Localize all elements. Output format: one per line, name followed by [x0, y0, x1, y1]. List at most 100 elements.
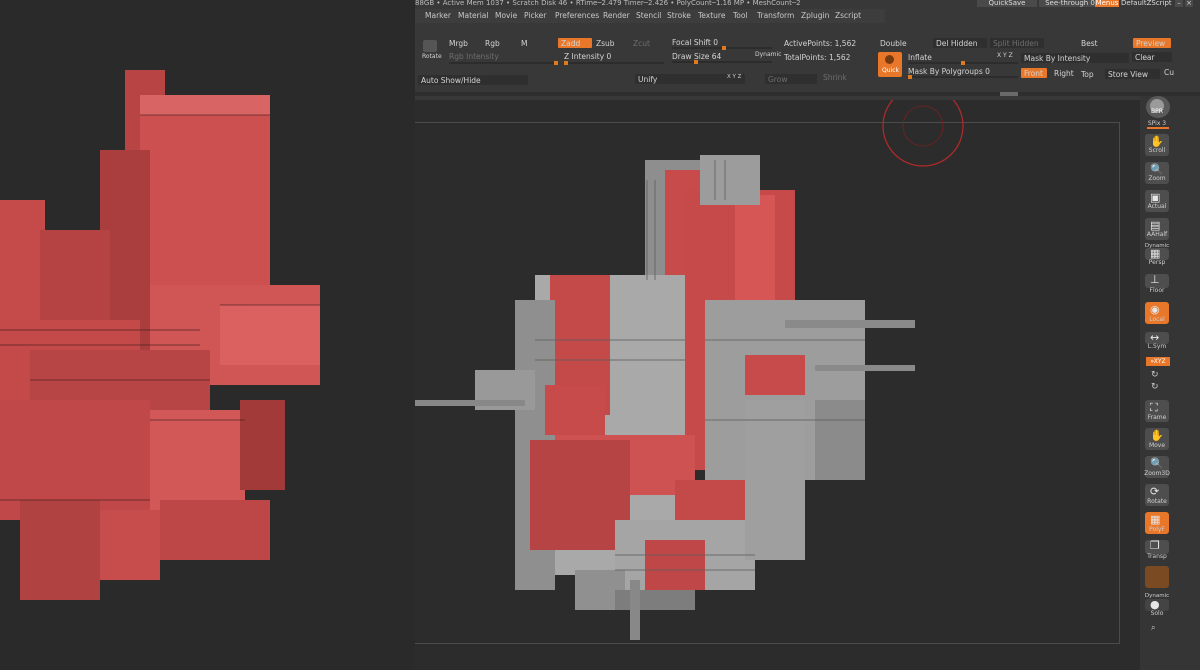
front-button[interactable]: Front: [1021, 68, 1047, 78]
best-button[interactable]: Best: [1081, 39, 1098, 48]
left-viewport: [0, 0, 415, 670]
menu-preferences[interactable]: Preferences: [555, 11, 599, 20]
inflate-xyz[interactable]: X Y Z: [997, 52, 1013, 59]
rotate-z-icon[interactable]: ↻: [1151, 382, 1159, 392]
model-render: [415, 100, 964, 640]
move-icon: ✋: [1150, 429, 1164, 442]
local-label: Local: [1149, 316, 1165, 323]
m-button[interactable]: M: [521, 39, 527, 48]
zadd-button[interactable]: Zadd: [558, 38, 592, 48]
actual-label: Actual: [1147, 203, 1167, 210]
polyframe-icon: ▦: [1150, 513, 1161, 526]
xpose-icon[interactable]: ⌕: [1151, 623, 1155, 633]
clear-button[interactable]: Clear: [1132, 52, 1172, 62]
transp-label: Transp: [1147, 553, 1167, 560]
auto-show-hide-button[interactable]: Auto Show/Hide: [418, 75, 528, 85]
zoom3d-icon: 🔍: [1150, 457, 1164, 470]
mrgb-button[interactable]: Mrgb: [449, 39, 468, 48]
zsub-button[interactable]: Zsub: [596, 39, 615, 48]
preview-button[interactable]: Preview: [1133, 38, 1171, 48]
floor-button[interactable]: ⊥: [1145, 274, 1169, 288]
bpr-label: BPR: [1151, 108, 1163, 115]
split-hidden-button[interactable]: Split Hidden: [990, 38, 1044, 48]
menu-picker[interactable]: Picker: [524, 11, 546, 20]
brush-cursor-outer: [882, 100, 964, 167]
rotate-label: Rotate: [1147, 498, 1167, 505]
menu-texture[interactable]: Texture: [698, 11, 725, 20]
rotate-icon[interactable]: [423, 40, 437, 52]
mask-by-intensity-button[interactable]: Mask By Intensity: [1021, 53, 1129, 63]
inflate-slider[interactable]: Inflate: [908, 53, 932, 62]
lsym-label: L.Sym: [1147, 343, 1167, 350]
default-zscript[interactable]: DefaultZScript: [1121, 0, 1172, 7]
brush-cursor-inner: [902, 105, 944, 147]
z-intensity-slider[interactable]: Z Intensity 0: [564, 52, 611, 61]
seethrough-slider[interactable]: See-through 0: [1039, 0, 1101, 7]
menu-zplugin[interactable]: Zplugin: [801, 11, 829, 20]
spix-slider[interactable]: SPix 3: [1140, 120, 1174, 127]
dynamic-toggle[interactable]: Dynamic: [755, 51, 781, 58]
zcut-button[interactable]: Zcut: [633, 39, 650, 48]
mask-by-polygroups-slider[interactable]: Mask By Polygroups 0: [908, 67, 990, 76]
scroll-label: Scroll: [1148, 147, 1166, 154]
mask-by-polygroups-track[interactable]: [908, 75, 1018, 79]
minimize-icon[interactable]: –: [1175, 0, 1183, 7]
menus-toggle[interactable]: Menus: [1095, 0, 1119, 7]
kitbash-model: [415, 155, 915, 640]
status-bar: 88GB • Active Mem 1037 • Scratch Disk 46…: [415, 0, 801, 7]
separator-grip[interactable]: [1000, 92, 1018, 96]
rgb-intensity-knob[interactable]: [554, 61, 558, 65]
focal-shift-slider[interactable]: Focal Shift 0: [672, 38, 718, 47]
transp-button[interactable]: ❐: [1145, 540, 1169, 554]
top-right-controls: QuickSave See-through 0 Menus DefaultZSc…: [975, 0, 1200, 8]
document-canvas[interactable]: [415, 100, 1140, 670]
unify-xyz: X Y Z: [727, 74, 742, 80]
quicksave-button[interactable]: QuickSave: [977, 0, 1037, 7]
menu-material[interactable]: Material: [458, 11, 488, 20]
rotate-y-icon[interactable]: ↻: [1151, 370, 1159, 380]
cu-button[interactable]: Cu: [1164, 68, 1174, 77]
rgb-intensity-slider[interactable]: Rgb Intensity: [449, 52, 499, 61]
menu-transform[interactable]: Transform: [757, 11, 794, 20]
unify-button[interactable]: Unify X Y Z: [635, 74, 745, 84]
focal-shift-knob[interactable]: [722, 46, 726, 50]
rgb-intensity-track[interactable]: [449, 61, 559, 65]
closeup-render: [0, 70, 320, 600]
store-view-button[interactable]: Store View: [1105, 69, 1160, 79]
menu-render[interactable]: Render: [603, 11, 630, 20]
frame-label: Frame: [1147, 414, 1167, 421]
menu-stroke[interactable]: Stroke: [667, 11, 691, 20]
z-intensity-track[interactable]: [564, 61, 664, 65]
rotate-icon: ⟳: [1150, 485, 1160, 498]
focal-shift-track[interactable]: [672, 46, 772, 50]
polyf-label: PolyF: [1149, 526, 1165, 533]
grow-button[interactable]: Grow: [765, 74, 817, 84]
inflate-knob[interactable]: [961, 61, 965, 65]
right-button[interactable]: Right: [1054, 69, 1074, 78]
draw-size-knob[interactable]: [694, 60, 698, 64]
floor-label: Floor: [1149, 287, 1165, 294]
top-button[interactable]: Top: [1081, 70, 1094, 79]
menu-zscript[interactable]: Zscript: [835, 11, 861, 20]
transp-icon: ❐: [1150, 539, 1160, 552]
del-hidden-button[interactable]: Del Hidden: [933, 38, 987, 48]
draw-size-track[interactable]: [672, 60, 772, 64]
menu-movie[interactable]: Movie: [495, 11, 517, 20]
xyz-button[interactable]: »XYZ: [1146, 357, 1170, 366]
double-button[interactable]: Double: [880, 39, 907, 48]
menu-stencil[interactable]: Stencil: [636, 11, 661, 20]
local-icon: ◉: [1150, 303, 1160, 316]
inflate-track[interactable]: [908, 61, 1018, 65]
solo-label: Solo: [1150, 610, 1164, 617]
close-icon[interactable]: ×: [1185, 0, 1193, 7]
shelf-separator: [415, 92, 1200, 96]
shrink-button[interactable]: Shrink: [823, 73, 847, 82]
menu-marker[interactable]: Marker: [425, 11, 451, 20]
z-intensity-knob[interactable]: [564, 61, 568, 65]
quick-button[interactable]: Quick: [878, 52, 902, 77]
rgb-button[interactable]: Rgb: [485, 39, 500, 48]
menu-tool[interactable]: Tool: [733, 11, 748, 20]
spix-track[interactable]: [1147, 127, 1169, 129]
ghost-button[interactable]: [1145, 566, 1169, 588]
mask-by-polygroups-knob[interactable]: [908, 75, 912, 79]
